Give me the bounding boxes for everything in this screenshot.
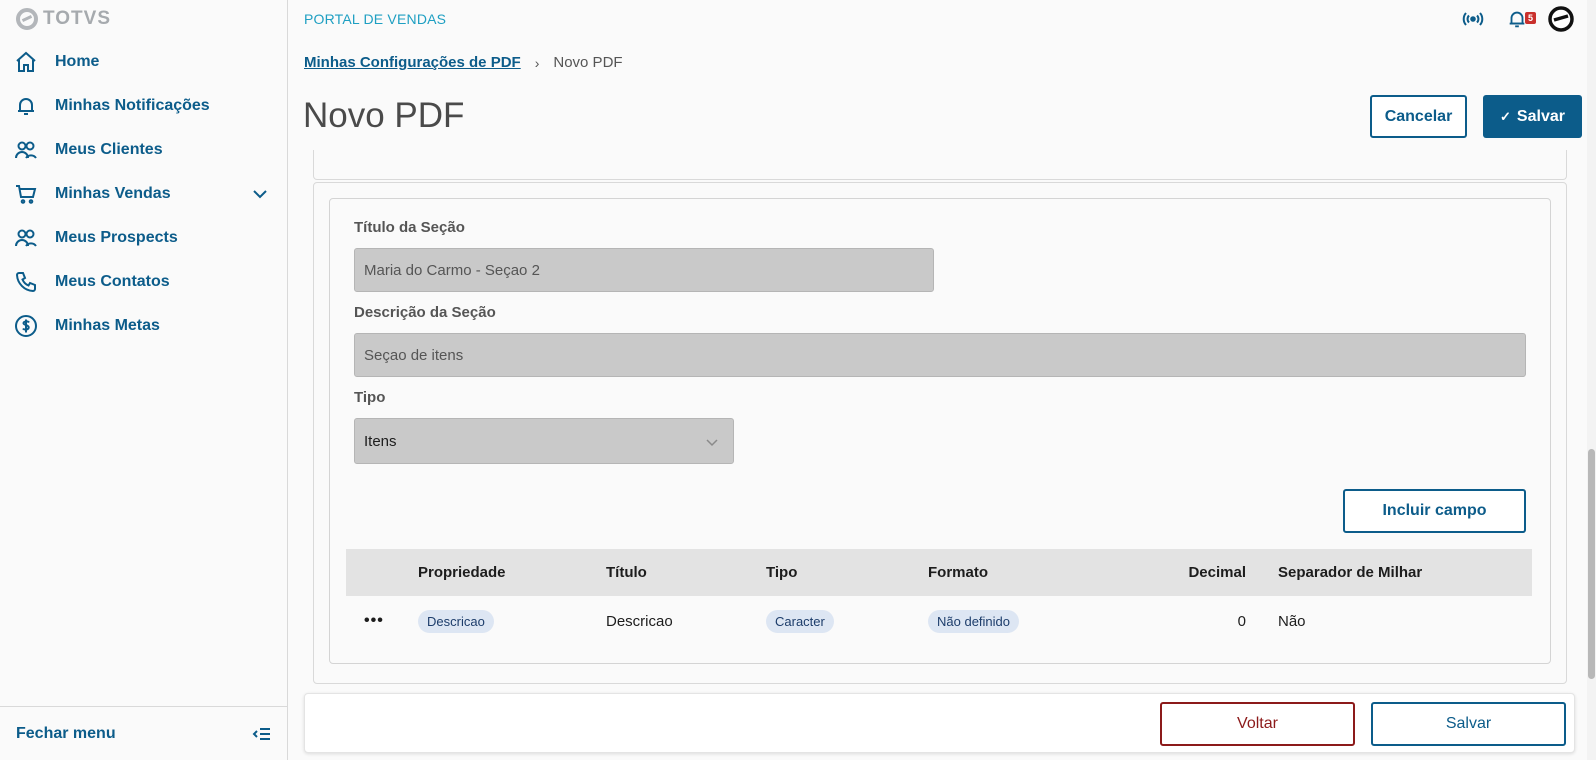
sidebar-item-vendas[interactable]: Minhas Vendas xyxy=(0,172,288,216)
notification-badge: 5 xyxy=(1524,12,1536,24)
sidebar-item-home[interactable]: Home xyxy=(0,40,288,84)
connection-status-icon[interactable] xyxy=(1460,6,1486,32)
breadcrumb-current: Novo PDF xyxy=(553,54,623,71)
breadcrumb: Minhas Configurações de PDF › Novo PDF xyxy=(304,54,623,71)
scrollbar-thumb[interactable] xyxy=(1588,449,1595,679)
breadcrumb-parent-link[interactable]: Minhas Configurações de PDF xyxy=(304,54,521,71)
totvs-logo-icon xyxy=(16,8,38,30)
sidebar-item-label: Meus Contatos xyxy=(55,273,170,290)
sidebar-item-label: Home xyxy=(55,53,100,70)
previous-section-card xyxy=(313,150,1567,180)
section-description-label: Descrição da Seção xyxy=(354,304,496,321)
chevron-down-icon[interactable] xyxy=(250,184,270,204)
column-separador[interactable]: Separador de Milhar xyxy=(1278,549,1532,596)
totvs-logo: TOTVS xyxy=(16,6,111,32)
more-icon[interactable]: ••• xyxy=(346,612,384,629)
cancel-button[interactable]: Cancelar xyxy=(1370,95,1467,138)
portal-name: PORTAL DE VENDAS xyxy=(304,11,447,27)
sidebar-item-metas[interactable]: Minhas Metas xyxy=(0,304,288,348)
notifications-button[interactable]: 5 xyxy=(1504,6,1536,32)
sidebar: TOTVS Home Minhas Notificações Meus Clie… xyxy=(0,0,288,760)
column-actions xyxy=(346,549,418,596)
cart-icon xyxy=(16,185,37,204)
close-menu-label: Fechar menu xyxy=(16,724,116,742)
dollar-icon xyxy=(15,315,37,337)
users-icon xyxy=(15,141,37,159)
sidebar-item-contatos[interactable]: Meus Contatos xyxy=(0,260,288,304)
section-type-value: Itens xyxy=(364,432,397,450)
column-tipo[interactable]: Tipo xyxy=(766,549,928,596)
column-formato[interactable]: Formato xyxy=(928,549,1116,596)
bell-icon xyxy=(18,98,34,115)
collapse-menu-icon xyxy=(252,727,270,740)
page-title: Novo PDF xyxy=(303,96,465,135)
cell-formato: Não definido xyxy=(928,596,1116,646)
column-decimal[interactable]: Decimal xyxy=(1116,549,1278,596)
column-titulo[interactable]: Título xyxy=(606,549,766,596)
section-description-field[interactable]: Seçao de itens xyxy=(354,333,1526,377)
sidebar-item-label: Minhas Metas xyxy=(55,317,160,334)
propriedade-tag: Descricao xyxy=(418,609,494,633)
user-avatar-icon[interactable] xyxy=(1548,6,1574,32)
cell-titulo: Descricao xyxy=(606,612,673,630)
add-field-button[interactable]: Incluir campo xyxy=(1343,489,1526,533)
sidebar-item-label: Minhas Vendas xyxy=(55,185,171,202)
column-propriedade[interactable]: Propriedade xyxy=(418,549,606,596)
section-type-select[interactable]: Itens xyxy=(354,418,734,464)
sidebar-item-clientes[interactable]: Meus Clientes xyxy=(0,128,288,172)
section-title-label: Título da Seção xyxy=(354,219,465,236)
back-button[interactable]: Voltar xyxy=(1160,702,1355,746)
formato-tag: Não definido xyxy=(928,609,1019,633)
cell-separador: Não xyxy=(1278,612,1306,630)
sidebar-item-label: Meus Prospects xyxy=(55,229,178,246)
footer-save-button[interactable]: Salvar xyxy=(1371,702,1566,746)
phone-icon xyxy=(15,272,36,293)
sidebar-menu: Home Minhas Notificações Meus Clientes M… xyxy=(0,40,288,348)
chevron-right-icon: › xyxy=(534,54,540,71)
header-toolbar: 5 xyxy=(1460,6,1574,32)
close-menu-button[interactable]: Fechar menu xyxy=(0,706,288,760)
row-actions-menu[interactable]: ••• xyxy=(346,596,418,646)
save-button[interactable]: ✓ Salvar xyxy=(1483,95,1582,138)
home-icon xyxy=(16,51,36,72)
sidebar-item-label: Minhas Notificações xyxy=(55,97,210,114)
check-icon: ✓ xyxy=(1500,108,1511,124)
save-button-label: Salvar xyxy=(1516,107,1565,125)
sidebar-item-prospects[interactable]: Meus Prospects xyxy=(0,216,288,260)
logo-text: TOTVS xyxy=(43,8,111,29)
cell-decimal: 0 xyxy=(1237,612,1246,630)
sidebar-item-label: Meus Clientes xyxy=(55,141,163,158)
sidebar-item-notificacoes[interactable]: Minhas Notificações xyxy=(0,84,288,128)
tipo-tag: Caracter xyxy=(766,609,834,633)
users-icon xyxy=(15,229,37,247)
section-title-field[interactable]: Maria do Carmo - Seçao 2 xyxy=(354,248,934,292)
section-type-label: Tipo xyxy=(354,389,386,406)
fields-table: Propriedade Título Tipo Formato Decimal … xyxy=(346,549,1532,646)
table-row: ••• Descricao Descricao Caracter Não def… xyxy=(346,596,1532,646)
cell-propriedade: Descricao xyxy=(418,596,606,646)
cell-tipo: Caracter xyxy=(766,596,928,646)
chevron-down-icon xyxy=(706,439,718,447)
table-header-row: Propriedade Título Tipo Formato Decimal … xyxy=(346,549,1532,596)
